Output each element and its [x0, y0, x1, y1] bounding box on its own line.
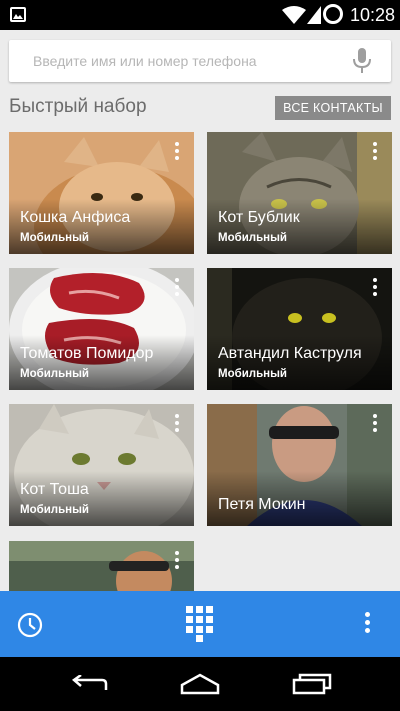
clock-icon[interactable]: [17, 612, 43, 638]
section-title: Быстрый набор: [9, 96, 147, 117]
contact-name: Томатов Помидор: [20, 345, 154, 362]
contact-phone-type: Мобильный: [20, 232, 89, 244]
signal-icon: [307, 6, 321, 24]
battery-icon: [323, 4, 343, 24]
contact-name: Кот Бублик: [218, 209, 300, 226]
search-input[interactable]: [33, 49, 333, 73]
wifi-icon: [282, 6, 306, 24]
mic-icon[interactable]: [353, 48, 371, 74]
overflow-menu-icon[interactable]: [365, 612, 370, 636]
contact-tile[interactable]: Петя Мокин: [207, 404, 392, 526]
home-icon[interactable]: [180, 673, 220, 695]
more-vert-icon[interactable]: [372, 142, 378, 162]
bottom-action-bar: [0, 591, 400, 657]
dialpad-icon[interactable]: [186, 606, 214, 642]
all-contacts-button[interactable]: ВСЕ КОНТАКТЫ: [275, 96, 391, 120]
contact-name: Петя Мокин: [218, 496, 306, 513]
contact-tile[interactable]: Кошка Анфиса Мобильный: [9, 132, 194, 254]
contact-phone-type: Мобильный: [218, 232, 287, 244]
contact-phone-type: Мобильный: [20, 368, 89, 380]
status-bar: 10:28: [0, 0, 400, 30]
contact-tile[interactable]: Автандил Каструля Мобильный: [207, 268, 392, 390]
more-vert-icon[interactable]: [174, 414, 180, 434]
status-time: 10:28: [350, 5, 396, 25]
more-vert-icon[interactable]: [174, 551, 180, 571]
contact-tile[interactable]: Томатов Помидор Мобильный: [9, 268, 194, 390]
gallery-notification-icon: [10, 7, 26, 22]
contact-name: Кошка Анфиса: [20, 209, 131, 226]
contact-name: Автандил Каструля: [218, 345, 362, 362]
system-nav-bar: [0, 657, 400, 711]
recent-apps-icon[interactable]: [292, 673, 332, 695]
search-bar[interactable]: [9, 40, 391, 82]
contact-name: Кот Тоша: [20, 481, 89, 498]
more-vert-icon[interactable]: [372, 414, 378, 434]
more-vert-icon[interactable]: [372, 278, 378, 298]
more-vert-icon[interactable]: [174, 142, 180, 162]
more-vert-icon[interactable]: [174, 278, 180, 298]
contact-tile[interactable]: Кот Тоша Мобильный: [9, 404, 194, 526]
back-icon[interactable]: [70, 675, 110, 695]
contact-tile[interactable]: Кот Бублик Мобильный: [207, 132, 392, 254]
contact-phone-type: Мобильный: [218, 368, 287, 380]
contact-phone-type: Мобильный: [20, 504, 89, 516]
